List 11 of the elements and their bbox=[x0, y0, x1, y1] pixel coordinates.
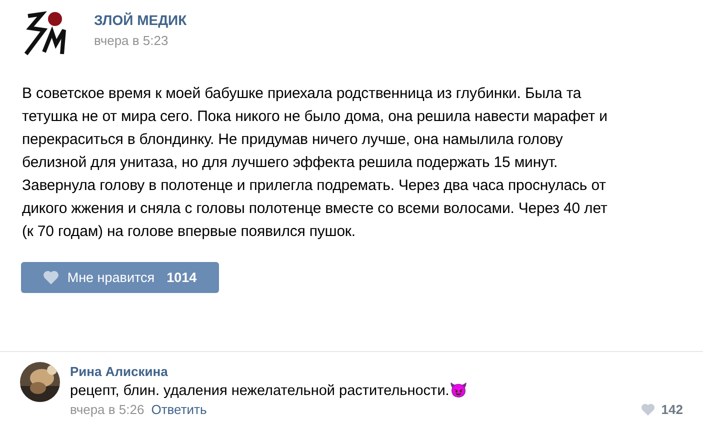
comment-time: вчера в 5:26 bbox=[70, 402, 144, 417]
commenter-name[interactable]: Рина Алискина bbox=[70, 364, 683, 379]
heart-icon bbox=[43, 270, 60, 285]
comment-text: рецепт, блин. удаления нежелательной растительности.😈 bbox=[70, 382, 468, 399]
reply-link[interactable]: Ответить bbox=[151, 402, 207, 417]
post-text: В советское время к моей бабушке приехала родственница из глубинки. Была та тетушка не от мира сего. Пока никого не было дома, она решила навести марафет и перекраситься в блондинку. Не придумав ничего лучше, она намылила голову белизной для унитаза, но для лучшего эффекта решила подержать 15 минут. Завернула голову в полотенце и прилегла подремать. Через два часа проснулась от дикого жжения и сняла с головы полотенце вместе со всеми волосами. Через 40 лет (к 70 годам) на голове впервые появился пушок. bbox=[21, 84, 608, 242]
like-count: 142 bbox=[661, 402, 683, 417]
author-name[interactable]: ЗЛОЙ МЕДИК bbox=[94, 12, 187, 28]
like-button[interactable]: Мне нравится 1014 bbox=[21, 262, 219, 293]
post-time: вчера в 5:23 bbox=[94, 33, 170, 48]
heart-icon bbox=[641, 403, 656, 416]
